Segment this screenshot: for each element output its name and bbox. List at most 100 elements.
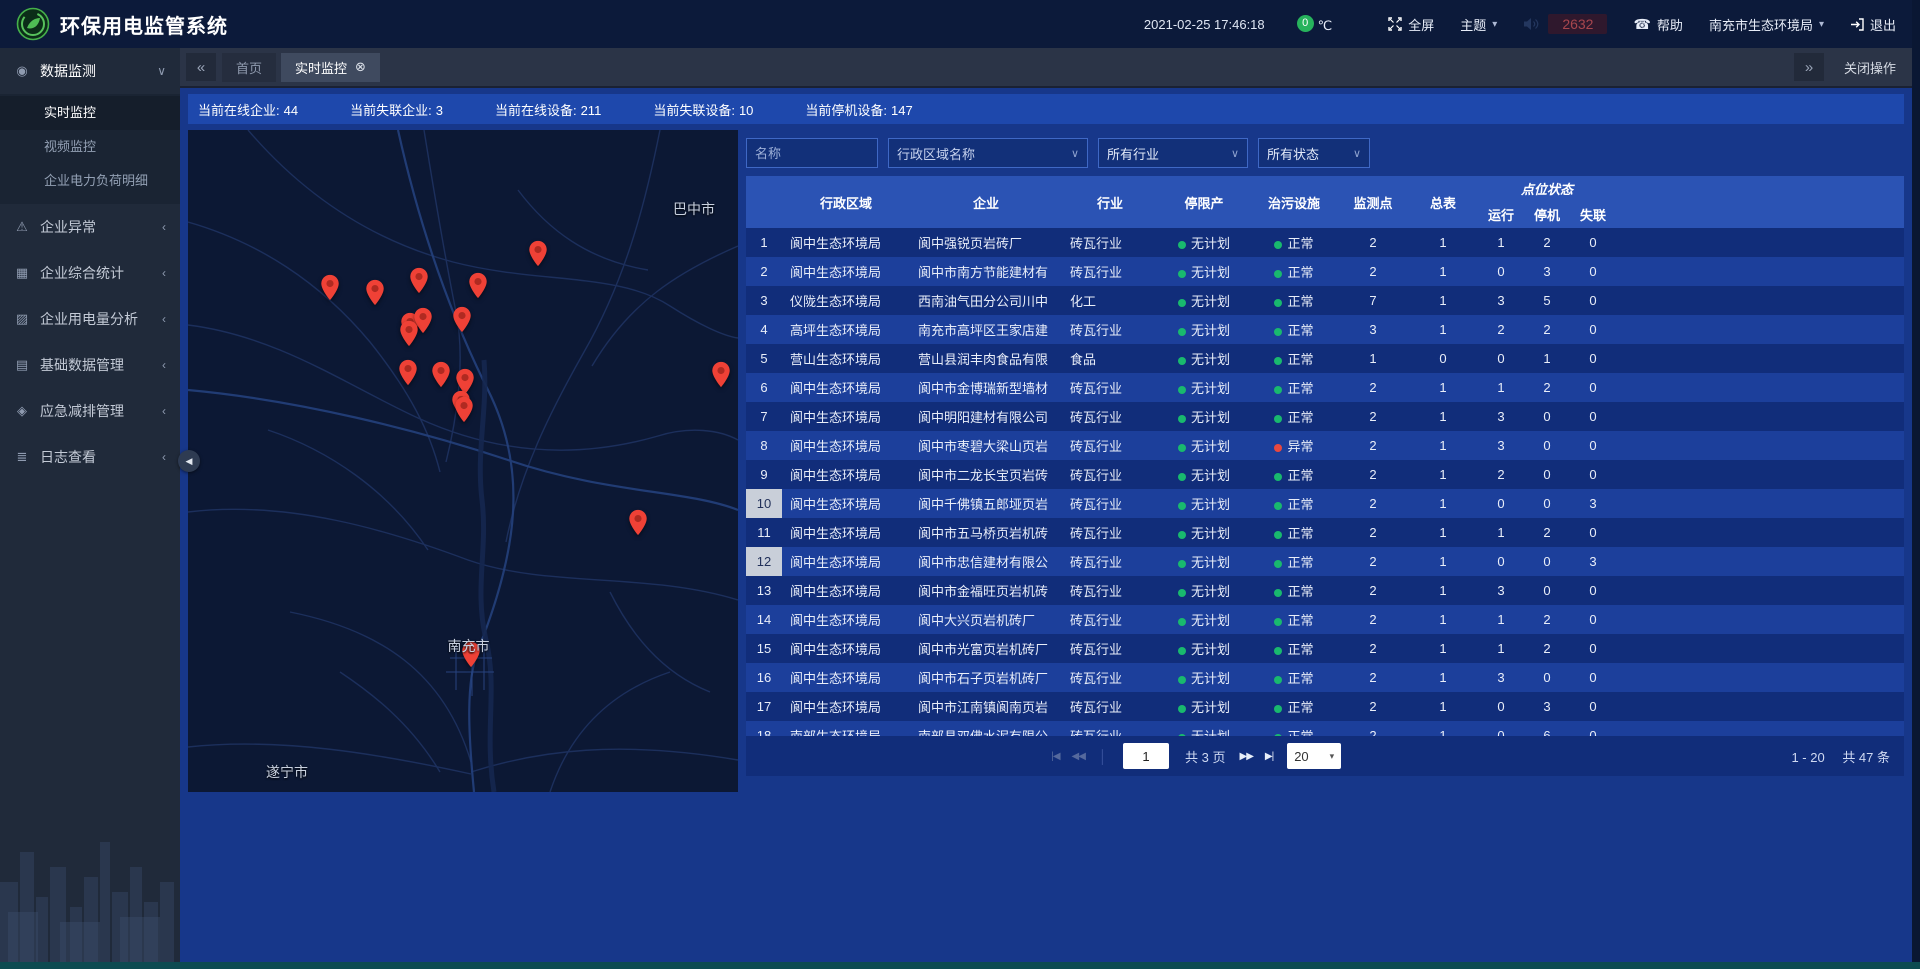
sidebar-group-data-monitoring[interactable]: ◉ 数据监测 ∨ — [0, 48, 180, 94]
stat-stopped-devices: 当前停机设备:147 — [805, 100, 916, 119]
close-operations-button[interactable]: 关闭操作 — [1844, 58, 1896, 77]
meter-cell: 1 — [1408, 228, 1478, 257]
row-index-cell: 7 — [746, 402, 782, 431]
region-column-header: 行政区域 — [782, 176, 910, 228]
points-column-header: 监测点 — [1338, 176, 1408, 228]
table-row[interactable]: 15阆中生态环境局阆中市光富页岩机砖厂砖瓦行业无计划正常21120 — [746, 634, 1904, 663]
industry-filter-select[interactable]: 所有行业 ∨ — [1098, 138, 1248, 168]
table-row[interactable]: 7阆中生态环境局阆中明阳建材有限公司砖瓦行业无计划正常21300 — [746, 402, 1904, 431]
last-page-button[interactable]: ▶| — [1265, 751, 1273, 762]
map-collapse-button[interactable]: ◀ — [178, 450, 200, 472]
table-row[interactable]: 1阆中生态环境局阆中强锐页岩砖厂砖瓦行业无计划正常21120 — [746, 228, 1904, 257]
region-cell: 阆中生态环境局 — [782, 228, 910, 257]
sidebar-group-log-view[interactable]: ≣ 日志查看 ‹ — [0, 434, 180, 480]
sidebar-group-enterprise-statistics[interactable]: ▦ 企业综合统计 ‹ — [0, 250, 180, 296]
region-filter-select[interactable]: 行政区域名称 ∨ — [888, 138, 1088, 168]
map-pin[interactable] — [410, 267, 429, 299]
map-pin[interactable] — [400, 320, 419, 352]
table-row[interactable]: 8阆中生态环境局阆中市枣碧大梁山页岩砖瓦行业无计划异常21300 — [746, 431, 1904, 460]
stop-cell: 0 — [1524, 489, 1570, 518]
table-row[interactable]: 5营山生态环境局营山县润丰肉食品有限食品无计划正常10010 — [746, 344, 1904, 373]
map-pin[interactable] — [711, 361, 730, 393]
facility-status-dot — [1274, 618, 1282, 626]
tab-realtime-monitor[interactable]: 实时监控 ⊗ — [281, 53, 380, 82]
sidebar-item-realtime-monitor[interactable]: 实时监控 — [0, 96, 180, 130]
sidebar-group-power-analysis[interactable]: ▨ 企业用电量分析 ‹ — [0, 296, 180, 342]
map-pin[interactable] — [455, 396, 474, 428]
facility-status-dot — [1274, 647, 1282, 655]
lost-cell: 0 — [1570, 634, 1616, 663]
map-pin[interactable] — [366, 279, 385, 311]
map-pin[interactable] — [528, 240, 547, 272]
table-row[interactable]: 18南部生态环境局南部县双佛水泥有限公砖瓦行业无计划正常21060 — [746, 721, 1904, 736]
tab-home[interactable]: 首页 — [222, 53, 276, 82]
table-row[interactable]: 16阆中生态环境局阆中市石子页岩机砖厂砖瓦行业无计划正常21300 — [746, 663, 1904, 692]
map-pin[interactable] — [320, 274, 339, 306]
run-column-header: 运行 — [1478, 200, 1524, 228]
page-size-select[interactable]: 20 ▾ — [1287, 743, 1341, 769]
logout-button[interactable]: 退出 — [1850, 15, 1896, 34]
map-pin[interactable] — [468, 272, 487, 304]
stop-cell: 2 — [1524, 373, 1570, 402]
theme-dropdown[interactable]: 主题 ▾ — [1460, 15, 1497, 34]
meter-cell: 1 — [1408, 315, 1478, 344]
tabs-scroll-left-button[interactable]: « — [186, 53, 216, 81]
sidebar-group-basic-data[interactable]: ▤ 基础数据管理 ‹ — [0, 342, 180, 388]
table-row[interactable]: 2阆中生态环境局阆中市南方节能建材有砖瓦行业无计划正常21030 — [746, 257, 1904, 286]
sidebar-group-label: 数据监测 — [40, 61, 96, 81]
table-row[interactable]: 3仪陇生态环境局西南油气田分公司川中化工无计划正常71350 — [746, 286, 1904, 315]
tabs-scroll-right-button[interactable]: » — [1794, 53, 1824, 81]
table-row[interactable]: 11阆中生态环境局阆中市五马桥页岩机砖砖瓦行业无计划正常21120 — [746, 518, 1904, 547]
record-range-label: 1 - 20 共 47 条 — [1777, 747, 1890, 766]
prev-page-button[interactable]: ◀◀ — [1072, 751, 1085, 762]
name-filter-input[interactable] — [746, 138, 878, 168]
notice-area[interactable]: 2632 — [1523, 14, 1607, 34]
page-size-value: 20 — [1294, 749, 1308, 764]
fullscreen-button[interactable]: 全屏 — [1388, 15, 1434, 34]
table-row[interactable]: 9阆中生态环境局阆中市二龙长宝页岩砖砖瓦行业无计划正常21200 — [746, 460, 1904, 489]
caret-down-icon: ▾ — [1819, 19, 1824, 30]
status-filter-select[interactable]: 所有状态 ∨ — [1258, 138, 1370, 168]
limit-cell: 无计划 — [1158, 431, 1250, 460]
spacer-cell — [1616, 257, 1904, 286]
org-dropdown[interactable]: 南充市生态环境局 ▾ — [1709, 15, 1824, 34]
table-row[interactable]: 12阆中生态环境局阆中市忠信建材有限公砖瓦行业无计划正常21003 — [746, 547, 1904, 576]
enterprise-cell: 阆中大兴页岩机砖厂 — [910, 605, 1062, 634]
table-row[interactable]: 4高坪生态环境局南充市高坪区王家店建砖瓦行业无计划正常31220 — [746, 315, 1904, 344]
sidebar-item-power-load-detail[interactable]: 企业电力负荷明细 — [0, 164, 180, 198]
facility-status-dot — [1274, 444, 1282, 452]
row-index-cell: 10 — [746, 489, 782, 518]
sidebar-item-video-monitor[interactable]: 视频监控 — [0, 130, 180, 164]
page-number-input[interactable] — [1123, 743, 1169, 769]
table-row[interactable]: 17阆中生态环境局阆中市江南镇阆南页岩砖瓦行业无计划正常21030 — [746, 692, 1904, 721]
meter-cell: 1 — [1408, 692, 1478, 721]
map-panel[interactable]: 巴中市南充市遂宁市 ◀ — [188, 130, 738, 792]
map-pin[interactable] — [432, 361, 451, 393]
app-logo-icon — [16, 7, 50, 41]
facility-status-dot — [1274, 676, 1282, 684]
spacer-cell — [1616, 431, 1904, 460]
table-row[interactable]: 14阆中生态环境局阆中大兴页岩机砖厂砖瓦行业无计划正常21120 — [746, 605, 1904, 634]
map-pin[interactable] — [628, 509, 647, 541]
sidebar-group-emergency-reduction[interactable]: ◈ 应急减排管理 ‹ — [0, 388, 180, 434]
industry-cell: 砖瓦行业 — [1062, 634, 1158, 663]
help-button[interactable]: ☎ 帮助 — [1633, 15, 1682, 34]
stop-cell: 5 — [1524, 286, 1570, 315]
limit-cell: 无计划 — [1158, 489, 1250, 518]
map-pin[interactable] — [452, 306, 471, 338]
spacer-cell — [1616, 489, 1904, 518]
table-row[interactable]: 6阆中生态环境局阆中市金博瑞新型墙材砖瓦行业无计划正常21120 — [746, 373, 1904, 402]
table-row[interactable]: 13阆中生态环境局阆中市金福旺页岩机砖砖瓦行业无计划正常21300 — [746, 576, 1904, 605]
tab-close-icon[interactable]: ⊗ — [355, 59, 366, 75]
next-page-button[interactable]: ▶▶ — [1240, 751, 1253, 762]
enterprise-column-header: 企业 — [910, 176, 1062, 228]
table-row[interactable]: 10阆中生态环境局阆中千佛镇五郎垭页岩砖瓦行业无计划正常21003 — [746, 489, 1904, 518]
lost-cell: 0 — [1570, 692, 1616, 721]
first-page-button[interactable]: |◀ — [1051, 751, 1059, 762]
map-pin[interactable] — [399, 359, 418, 391]
sidebar-group-enterprise-abnormal[interactable]: ⚠ 企业异常 ‹ — [0, 204, 180, 250]
facility-status-dot — [1274, 560, 1282, 568]
temperature-unit: ℃ — [1318, 18, 1333, 34]
region-cell: 营山生态环境局 — [782, 344, 910, 373]
row-index-cell: 17 — [746, 692, 782, 721]
